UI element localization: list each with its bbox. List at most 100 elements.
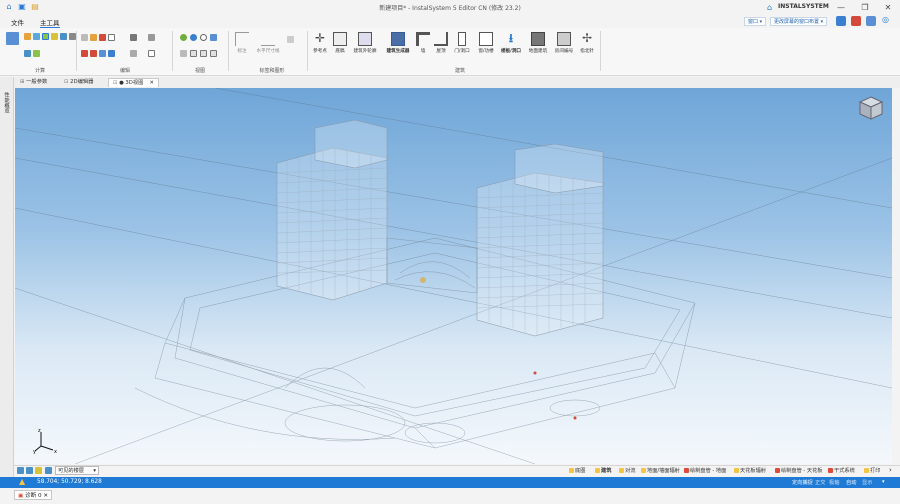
view-front-icon[interactable]: [190, 50, 197, 57]
slab-button[interactable]: ⭳ 楼板/洞口: [498, 32, 524, 54]
calc-icon-1[interactable]: [24, 33, 31, 40]
text-style-icon[interactable]: [287, 36, 294, 43]
window-dropdown[interactable]: 窗口 ▾: [744, 17, 767, 26]
delete-icon[interactable]: [81, 50, 88, 57]
hdim-button[interactable]: 水平尺寸线: [254, 32, 282, 54]
visible-floors-select[interactable]: 可见的楼层 ▾: [55, 466, 99, 475]
layer-icon[interactable]: [130, 34, 137, 41]
tab-close-icon[interactable]: ✕: [149, 80, 153, 86]
copy-icon[interactable]: [81, 34, 88, 41]
layer-floor-coil[interactable]: 绘制盘管 - 地面: [684, 467, 726, 474]
calc-icon-7[interactable]: [24, 50, 31, 57]
zoom-in-icon[interactable]: [180, 34, 187, 41]
calc-icon-4[interactable]: [51, 33, 58, 40]
view-cube-icon: [858, 96, 884, 120]
zoom-window-icon[interactable]: [200, 34, 207, 41]
rotate-icon[interactable]: [108, 50, 115, 57]
window-settings-icon[interactable]: [866, 16, 876, 26]
close-button[interactable]: ✕: [879, 2, 897, 14]
calc-icon-6[interactable]: [69, 33, 76, 40]
toolbar-more-icon[interactable]: ›: [889, 466, 892, 474]
delete-all-icon[interactable]: [90, 50, 97, 57]
window-tool-button[interactable]: 窗/功楼: [475, 32, 497, 54]
tab-close-icon[interactable]: ✕: [43, 493, 48, 499]
status-polar[interactable]: 极轴: [829, 479, 839, 486]
status-display[interactable]: 显示: [862, 479, 872, 486]
zoom-out-icon[interactable]: [190, 34, 197, 41]
slab-icon: ⭳: [508, 31, 514, 45]
window-tile-icon[interactable]: [836, 16, 846, 26]
layer-ceiling-radiant[interactable]: 天花板辐射: [734, 467, 766, 474]
diagnostics-tab[interactable]: ▣ 诊断 0 ✕: [14, 490, 53, 500]
calc-icon-8[interactable]: [33, 50, 40, 57]
view-top-icon[interactable]: [210, 50, 217, 57]
floors-icon[interactable]: [45, 467, 52, 474]
minimize-button[interactable]: —: [832, 2, 850, 14]
roof-button[interactable]: 屋顶: [433, 32, 449, 54]
view-iso-icon[interactable]: [200, 50, 207, 57]
mark-button[interactable]: 标注: [233, 32, 251, 54]
side-panel-label[interactable]: 性能概览: [2, 92, 10, 113]
layer-underlay[interactable]: 底图: [569, 467, 585, 474]
tab-general-params[interactable]: ⊞ 一般参数: [16, 78, 51, 87]
ref-point-button[interactable]: ✛ 参考点: [310, 32, 330, 54]
brand-name: INSTALSYSTEM: [778, 3, 829, 10]
status-snap[interactable]: 定向捕捉: [792, 479, 813, 486]
pan-icon[interactable]: [180, 50, 187, 57]
tab-3d-view[interactable]: ⊡ ● 3D视图 ✕: [108, 78, 159, 87]
north-arrow-button[interactable]: ✢ 指北针: [578, 32, 596, 54]
status-auto[interactable]: 自动: [846, 479, 856, 486]
calc-icon-2[interactable]: [33, 33, 40, 40]
calc-icon-5[interactable]: [60, 33, 67, 40]
building-gen-button[interactable]: 建筑生成器: [383, 32, 413, 54]
filter2-icon[interactable]: [26, 467, 33, 474]
layer-building[interactable]: 建筑: [595, 467, 611, 474]
layer-ceiling-coil[interactable]: 绘制盘管 - 天花板: [775, 467, 822, 474]
underlay-icon: [333, 32, 347, 46]
calc-icon-3[interactable]: [42, 33, 49, 40]
filter-icon[interactable]: [17, 467, 24, 474]
paste-icon[interactable]: [90, 34, 97, 41]
maximize-button[interactable]: ❐: [856, 2, 874, 14]
underlay-button[interactable]: 底稿: [332, 32, 348, 54]
lightbulb-icon[interactable]: [35, 467, 42, 474]
group-label-labels: 标签和图形: [259, 68, 285, 74]
wall-button[interactable]: 墙: [416, 32, 430, 54]
room-number-button[interactable]: 房间编号: [552, 32, 576, 54]
separator: [600, 31, 601, 71]
mirror-icon[interactable]: [130, 50, 137, 57]
layer-dry-system[interactable]: 干式系统: [828, 467, 855, 474]
status-ortho[interactable]: 正交: [815, 479, 825, 486]
cut-icon[interactable]: [99, 34, 106, 41]
layer-convection[interactable]: 对流: [619, 467, 635, 474]
open-icon[interactable]: ▤: [30, 2, 40, 12]
properties-icon[interactable]: [148, 50, 155, 57]
layer-floor-wall-radiant[interactable]: 地面/墙面辐射: [641, 467, 680, 474]
building-gen-icon: [391, 32, 405, 46]
outline-button[interactable]: 建筑外轮廓: [350, 32, 380, 54]
3d-viewport[interactable]: [15, 88, 892, 464]
zoom-extents-icon[interactable]: [210, 34, 217, 41]
move-icon[interactable]: [99, 50, 106, 57]
status-expand-icon[interactable]: ▾: [882, 479, 885, 485]
door-button[interactable]: 门/洞口: [451, 32, 473, 54]
save-icon[interactable]: ▣: [17, 2, 27, 12]
group-label-edit: 编辑: [119, 68, 130, 74]
window-close-all-icon[interactable]: [851, 16, 861, 26]
ground-button[interactable]: 地面建筑: [526, 32, 550, 54]
calc-table-icon[interactable]: [6, 32, 19, 45]
layout-dropdown[interactable]: 更改屏幕的窗口布置 ▾: [770, 17, 828, 26]
axis-gizmo: z x y: [33, 428, 59, 455]
menu-file[interactable]: 文件: [11, 17, 24, 27]
view-cube[interactable]: [858, 95, 884, 121]
tab-2d-editor[interactable]: ⊡ 2D编辑器: [60, 78, 97, 87]
side-panel[interactable]: [0, 77, 14, 477]
frame-icon[interactable]: [108, 34, 115, 41]
group-icon[interactable]: [148, 34, 155, 41]
help-icon[interactable]: ◎: [882, 15, 889, 24]
layer-print[interactable]: 打印: [864, 467, 880, 474]
menu-main-tools[interactable]: 主工具: [40, 17, 60, 28]
warning-icon[interactable]: ▲: [19, 477, 25, 486]
coordinates-readout: 58.704; 50.729; 8.628: [37, 479, 102, 485]
group-label-building: 建筑: [454, 68, 465, 74]
